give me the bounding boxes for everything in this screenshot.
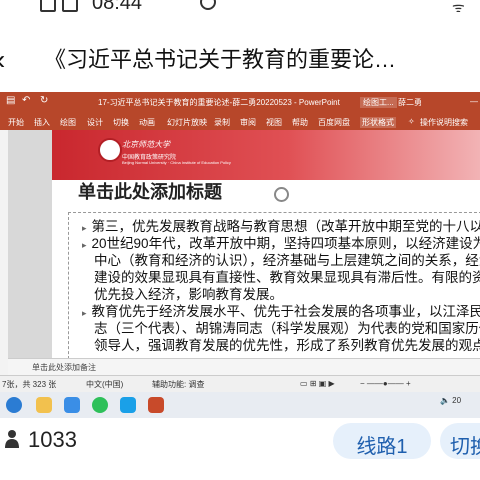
bullet-icon: ▸ xyxy=(82,223,87,233)
lightbulb-icon: ✧ xyxy=(408,117,415,126)
slide-title[interactable]: 单击此处添加标题 xyxy=(78,178,222,204)
status-bar: 08:44 ᯤ xyxy=(0,0,480,20)
tab-animations[interactable]: 动画 xyxy=(139,117,155,128)
tab-draw[interactable]: 绘图 xyxy=(60,117,76,128)
app-icon xyxy=(200,0,216,10)
viewer-icon xyxy=(5,430,19,448)
tab-design[interactable]: 设计 xyxy=(87,117,103,128)
cloud-icon[interactable] xyxy=(120,397,136,413)
ppt-status-bar: 7张，共 323 张 中文(中国) 辅助功能: 调查 ▭ ⊞ ▣ ▶ − ——●… xyxy=(0,375,480,392)
institution-english: Beijing Normal University · China Instit… xyxy=(122,160,231,165)
tab-slideshow[interactable]: 幻灯片放映 xyxy=(167,117,207,128)
edge-icon[interactable] xyxy=(6,397,22,413)
line-select-button[interactable]: 线路1 xyxy=(333,423,431,459)
tab-home[interactable]: 开始 xyxy=(8,117,24,128)
zoom-slider[interactable]: − ——●—— + xyxy=(360,379,411,388)
tab-transitions[interactable]: 切换 xyxy=(113,117,129,128)
tab-review[interactable]: 审阅 xyxy=(240,117,256,128)
save-icon[interactable]: ▤ xyxy=(6,95,15,106)
line-select-label: 线路1 xyxy=(356,436,408,458)
bullet-continuation: 领导人，强调教育发展的优先性，形成了系列教育优先发展的观点。 xyxy=(94,338,480,353)
ribbon-search[interactable]: 操作说明搜索 xyxy=(420,117,468,128)
bullet-icon: ▸ xyxy=(82,240,87,250)
bullet-text: 20世纪90年代，改革开放中期，坚持四项基本原则，以经济建设为 xyxy=(91,236,480,251)
tab-shape-format[interactable]: 形状格式 xyxy=(360,117,396,128)
system-tray: 🔈 20 xyxy=(440,396,462,405)
notification-icon xyxy=(40,0,56,12)
redo-icon[interactable]: ↻ xyxy=(40,95,48,106)
powerpoint-icon[interactable] xyxy=(148,397,164,413)
store-icon[interactable] xyxy=(64,397,80,413)
language-indicator[interactable]: 中文(中国) xyxy=(86,379,123,390)
university-logo-icon xyxy=(98,138,122,162)
undo-icon[interactable]: ↶ xyxy=(22,95,30,106)
viewer-count: 1033 xyxy=(28,427,77,452)
bullet-continuation: 中心（教育和经济的认识），经济基础与上层建筑之间的关系，经济 xyxy=(94,253,480,268)
tab-view[interactable]: 视图 xyxy=(266,117,282,128)
chevron-left-icon[interactable]: ‹ xyxy=(0,46,5,74)
view-buttons-icon[interactable]: ▭ ⊞ ▣ ▶ xyxy=(300,379,335,388)
tab-record[interactable]: 录制 xyxy=(214,117,230,128)
notification-icon xyxy=(62,0,78,12)
wifi-icon: ᯤ xyxy=(452,0,465,15)
bullet-text: 第三，优先发展教育战略与教育思想（改革开放中期至党的十八以前） xyxy=(91,219,480,234)
rotate-handle-icon[interactable] xyxy=(274,187,289,202)
institution-name: 北京师范大学 xyxy=(122,140,170,149)
slide-count: 7张，共 323 张 xyxy=(2,380,57,389)
bullet-continuation: 优先投入经济，影响教育发展。 xyxy=(94,287,283,302)
tab-baidu-netdisk[interactable]: 百度网盘 xyxy=(318,117,350,128)
drawing-tools-tab[interactable]: 绘图工... xyxy=(360,97,397,108)
wechat-icon[interactable] xyxy=(92,397,108,413)
tab-help[interactable]: 帮助 xyxy=(292,117,308,128)
folder-icon[interactable] xyxy=(36,397,52,413)
ppt-title-bar: ▤ ↶ ↻ 17-习近平总书记关于教育的重要论述-薛二勇20220523 - P… xyxy=(0,92,480,112)
user-name: 薛二勇 xyxy=(398,98,422,107)
bullet-continuation: 建设的效果显现具有直接性、教育效果显现具有滞后性。有限的资源 xyxy=(94,270,480,285)
bullet-icon: ▸ xyxy=(82,308,87,318)
bullet-text: 教育优先于经济发展水平、优先于社会发展的各项事业，以江泽民同 xyxy=(91,304,480,319)
status-time: 08:44 xyxy=(92,0,143,14)
switch-button[interactable]: 切换 xyxy=(440,423,480,459)
taskbar: 🔈 20 xyxy=(0,392,480,418)
ppt-window-title: 17-习近平总书记关于教育的重要论述-薛二勇20220523 - PowerPo… xyxy=(98,98,340,107)
tab-insert[interactable]: 插入 xyxy=(34,117,50,128)
switch-label: 切换 xyxy=(450,436,480,458)
page-title: 《习近平总书记关于教育的重要论… xyxy=(44,47,397,72)
slide[interactable]: 北京师范大学 中国教育政策研究院 Beijing Normal Universi… xyxy=(52,130,480,358)
accessibility-status[interactable]: 辅助功能: 调查 xyxy=(152,379,204,390)
notes-pane[interactable]: 单击此处添加备注 xyxy=(8,358,480,376)
ribbon-tabs: 开始 插入 绘图 设计 切换 动画 幻灯片放映 录制 审阅 视图 帮助 百度网盘… xyxy=(0,112,480,130)
minimize-icon[interactable]: — xyxy=(470,97,478,106)
bullet-continuation: 志（三个代表）、胡锦涛同志（科学发展观）为代表的党和国家历代 xyxy=(94,321,480,336)
notes-placeholder: 单击此处添加备注 xyxy=(32,363,96,372)
